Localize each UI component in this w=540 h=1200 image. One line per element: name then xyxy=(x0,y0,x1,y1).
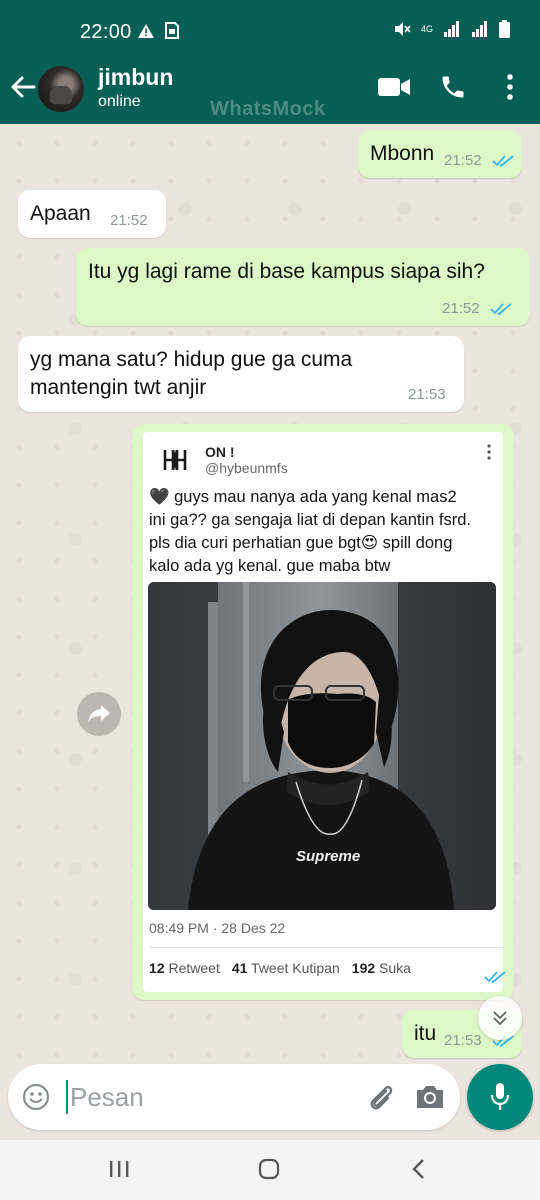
microphone-icon xyxy=(490,1083,510,1110)
watermark: WhatsMock xyxy=(210,98,326,120)
chat-header: 22:00 4G jimbun online WhatsMock xyxy=(0,0,540,124)
like-count: 192 xyxy=(351,960,376,976)
tweet-timestamp: 08:49 PM · 28 Des 22 xyxy=(149,920,286,936)
quote-count: 41 xyxy=(231,960,248,976)
message-text-line: yg mana satu? hidup gue ga cuma xyxy=(30,348,353,371)
chevron-left-icon xyxy=(412,1159,424,1179)
message-bubble-outgoing[interactable]: Itu yg lagi rame di base kampus siapa si… xyxy=(76,248,530,326)
contact-status: online xyxy=(98,93,141,110)
message-time: 21:53 xyxy=(444,1032,482,1049)
tweet-text-line: kalo ada yg kenal. gue maba btw xyxy=(149,557,391,575)
retweet-count: 12 xyxy=(149,960,165,976)
message-bubble-incoming[interactable]: Apaan 21:52 xyxy=(18,190,166,238)
mute-icon xyxy=(394,22,411,36)
voice-call-button[interactable] xyxy=(438,70,468,104)
tweet-handle: @hybeunmfs xyxy=(205,460,288,476)
more-options-button[interactable] xyxy=(500,70,520,104)
tweet-screenshot[interactable]: ON ! @hybeunmfs 🖤 guys mau nanya ada yan… xyxy=(143,432,505,992)
message-time: 21:52 xyxy=(110,212,148,229)
message-bubble-incoming[interactable]: yg mana satu? hidup gue ga cuma mantengi… xyxy=(18,336,464,412)
tweet-text-line: pls dia curi perhatian gue bgt😍 spill do… xyxy=(149,534,453,552)
message-text: yg mana satu? hidup gue ga cuma mantengi… xyxy=(30,346,352,402)
forward-icon xyxy=(88,705,110,723)
double-check-read-icon xyxy=(484,971,506,984)
status-time: 22:00 xyxy=(80,21,132,43)
arrow-left-icon[interactable] xyxy=(8,72,38,102)
phone-icon xyxy=(442,76,464,98)
retweet-stat: 12 Retweet xyxy=(149,960,220,976)
video-camera-icon xyxy=(378,78,410,96)
battery-icon xyxy=(499,20,510,38)
quote-label: Tweet Kutipan xyxy=(251,960,340,976)
like-label: Suka xyxy=(379,960,411,976)
double-check-read-icon xyxy=(492,155,514,168)
message-text: Mbonn xyxy=(370,142,435,165)
more-vertical-icon xyxy=(487,444,491,460)
quote-stat: 41 Tweet Kutipan xyxy=(232,960,340,976)
message-text: Itu yg lagi rame di base kampus siapa si… xyxy=(88,260,485,283)
video-call-button[interactable] xyxy=(376,70,412,104)
forward-button[interactable] xyxy=(77,692,121,736)
more-vertical-icon xyxy=(507,74,513,100)
contact-name[interactable]: jimbun xyxy=(98,64,173,91)
message-text: Apaan xyxy=(30,202,91,225)
message-text: itu xyxy=(414,1022,437,1045)
avatar[interactable] xyxy=(38,66,84,112)
message-time: 21:52 xyxy=(444,152,482,169)
tweet-photo-shirt-text: Supreme xyxy=(296,848,361,865)
scroll-to-bottom-button[interactable] xyxy=(478,996,522,1040)
status-system-icons: 4G xyxy=(393,20,510,38)
divider xyxy=(149,947,505,948)
tweet-text: 🖤 guys mau nanya ada yang kenal mas2 ini… xyxy=(149,486,501,578)
tweet-photo: Supreme xyxy=(148,582,496,910)
home-icon xyxy=(258,1158,280,1180)
tweet-account-name: ON ! xyxy=(205,444,235,460)
tweet-text-line: 🖤 guys mau nanya ada yang kenal mas2 xyxy=(149,488,457,506)
camera-icon[interactable] xyxy=(414,1083,446,1111)
warning-icon xyxy=(138,23,154,38)
voice-message-button[interactable] xyxy=(467,1064,533,1130)
network-type: 4G xyxy=(420,23,433,34)
signal-icon xyxy=(444,21,459,37)
hybe-logo-icon xyxy=(162,447,188,473)
message-composer xyxy=(8,1064,460,1130)
status-bar: 22:00 4G xyxy=(0,0,540,62)
home-button[interactable] xyxy=(254,1154,284,1184)
retweet-label: Retweet xyxy=(168,960,220,976)
back-button[interactable] xyxy=(404,1154,434,1184)
double-check-read-icon xyxy=(490,303,512,316)
paperclip-icon[interactable] xyxy=(364,1081,396,1113)
message-time: 21:52 xyxy=(442,300,480,317)
system-navigation-bar xyxy=(0,1140,540,1200)
recent-apps-icon xyxy=(110,1161,129,1177)
emoji-icon[interactable] xyxy=(22,1083,50,1111)
message-text-line: mantengin twt anjir xyxy=(30,376,207,399)
tweet-stats: 12 Retweet 41 Tweet Kutipan 192 Suka xyxy=(149,960,411,976)
text-cursor xyxy=(66,1080,68,1114)
signal-icon-2 xyxy=(472,21,487,37)
message-time: 21:53 xyxy=(408,386,446,403)
sim-icon xyxy=(165,22,179,39)
double-chevron-down-icon xyxy=(493,1011,507,1026)
tweet-text-line: ini ga?? ga sengaja liat di depan kantin… xyxy=(149,511,471,529)
message-input[interactable] xyxy=(70,1076,360,1118)
message-bubble-outgoing[interactable]: Mbonn 21:52 xyxy=(358,130,522,178)
like-stat: 192 Suka xyxy=(352,960,411,976)
status-notification-icons xyxy=(137,22,179,39)
recent-apps-button[interactable] xyxy=(104,1154,134,1184)
